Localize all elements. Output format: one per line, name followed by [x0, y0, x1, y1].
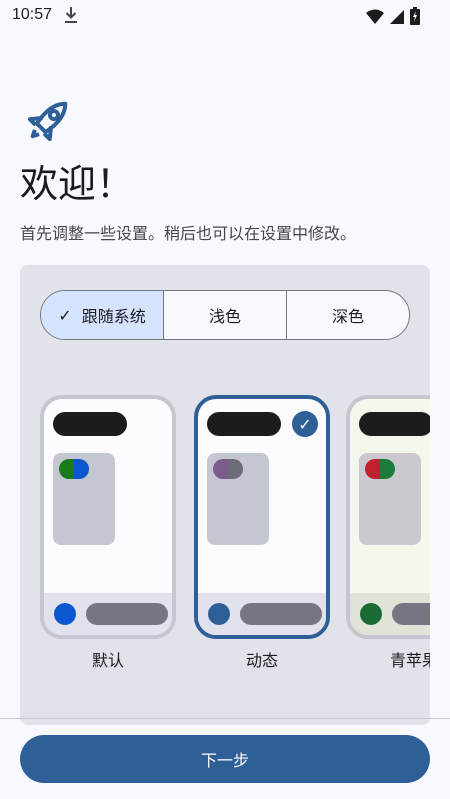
- check-icon: ✓: [58, 305, 72, 325]
- theme-preview[interactable]: [346, 395, 430, 639]
- theme-option-green-apple[interactable]: 青苹果: [346, 395, 430, 670]
- preview-nav: [86, 603, 168, 625]
- footer-divider: [0, 718, 450, 719]
- battery-icon: [410, 7, 420, 25]
- status-time: 10:57: [12, 6, 53, 23]
- page-subtitle: 首先调整一些设置。稍后也可以在设置中修改。: [20, 224, 357, 243]
- preview-dot: [54, 603, 76, 625]
- theme-label: 青苹果: [389, 651, 430, 670]
- theme-label: 动态: [245, 651, 278, 670]
- theme-option-default[interactable]: 默认: [40, 395, 182, 670]
- theme-preview[interactable]: ✓: [194, 395, 330, 639]
- preview-topbar: [359, 412, 430, 436]
- preview-nav: [240, 603, 322, 625]
- preview-color-chip: [365, 459, 395, 479]
- theme-settings-panel: ✓ 跟随系统 浅色 深色 默认 ✓ 动态 青苹果: [20, 265, 430, 725]
- preview-card: [359, 453, 421, 545]
- download-icon: [65, 7, 77, 23]
- preview-nav: [392, 603, 430, 625]
- next-button[interactable]: 下一步: [20, 735, 430, 783]
- preview-color-chip: [213, 459, 243, 479]
- theme-mode-segmented-control: ✓ 跟随系统 浅色 深色: [40, 290, 410, 340]
- cell-signal-icon: [389, 10, 404, 24]
- preview-dot: [360, 603, 382, 625]
- preview-dot: [208, 603, 230, 625]
- status-bar: 10:57: [0, 0, 450, 32]
- preview-card: [53, 453, 115, 545]
- rocket-icon: [27, 101, 68, 142]
- mode-option-label: 浅色: [208, 307, 241, 326]
- theme-preview[interactable]: [40, 395, 176, 639]
- preview-topbar: [53, 412, 127, 436]
- page-title: 欢迎！: [20, 162, 135, 206]
- mode-option-system[interactable]: ✓ 跟随系统: [41, 291, 164, 339]
- wifi-icon: [365, 9, 384, 24]
- preview-bottom-bar: [44, 593, 172, 635]
- preview-bottom-bar: [350, 593, 430, 635]
- mode-option-dark[interactable]: 深色: [287, 291, 409, 339]
- preview-card: [207, 453, 269, 545]
- preview-bottom-bar: [198, 593, 326, 635]
- preview-color-chip: [59, 459, 89, 479]
- mode-option-light[interactable]: 浅色: [164, 291, 287, 339]
- mode-option-label: 深色: [331, 307, 364, 326]
- theme-palette-list: 默认 ✓ 动态 青苹果: [40, 395, 430, 670]
- mode-option-label: 跟随系统: [81, 307, 146, 326]
- check-circle-icon: ✓: [292, 411, 318, 437]
- theme-label: 默认: [91, 651, 124, 670]
- preview-topbar: [207, 412, 281, 436]
- theme-option-dynamic[interactable]: ✓ 动态: [194, 395, 336, 670]
